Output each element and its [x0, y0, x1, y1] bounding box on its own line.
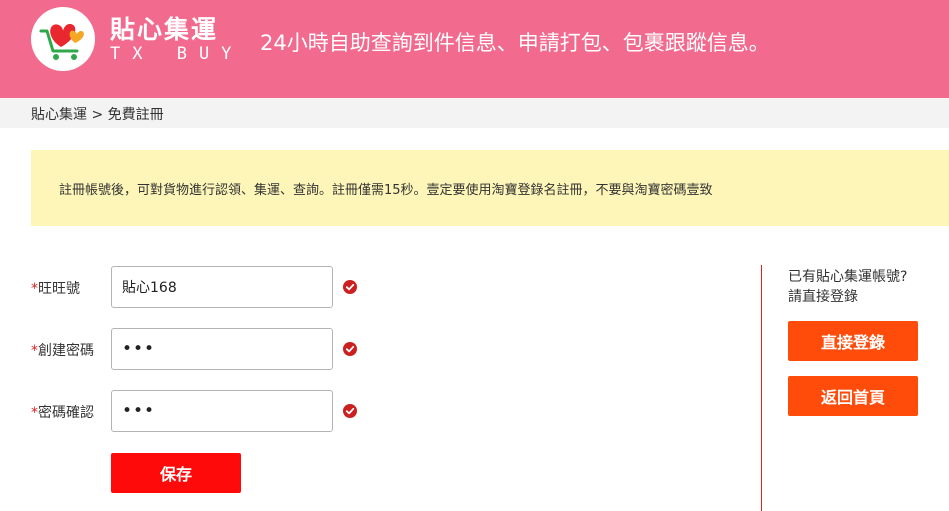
field-label-text: 密碼確認: [38, 405, 94, 421]
cart-heart-logo-icon: [39, 23, 84, 60]
back-home-button[interactable]: 返回首頁: [788, 376, 918, 416]
login-prompt-line1: 已有貼心集運帳號?: [788, 269, 908, 285]
field-label-text: 創建密碼: [38, 343, 94, 359]
check-circle-icon: [343, 404, 357, 418]
vertical-divider: [761, 265, 762, 511]
check-circle-icon: [343, 280, 357, 294]
login-prompt: 已有貼心集運帳號? 請直接登錄: [788, 267, 907, 307]
field-label: *旺旺號: [31, 278, 80, 298]
header-slogan: 24小時自助查詢到件信息、申請打包、包裹跟蹤信息。: [260, 31, 770, 55]
notice-banner: 註冊帳號後，可對貨物進行認領、集運、查詢。註冊僅需15秒。壹定要使用淘寶登錄名註…: [31, 150, 949, 226]
save-button[interactable]: 保存: [111, 453, 241, 493]
breadcrumb-bar: 貼心集運 > 免費註冊: [0, 98, 949, 128]
login-prompt-line2: 請直接登錄: [788, 289, 858, 305]
create-password-input[interactable]: [111, 328, 333, 370]
required-mark: *: [31, 343, 38, 359]
breadcrumb: 貼心集運 > 免費註冊: [31, 107, 164, 123]
required-mark: *: [31, 405, 38, 421]
site-header: 貼心集運 TX BUY 24小時自助查詢到件信息、申請打包、包裹跟蹤信息。: [0, 0, 949, 98]
required-mark: *: [31, 281, 38, 297]
confirm-password-input[interactable]: [111, 390, 333, 432]
wangwang-input[interactable]: [111, 266, 333, 308]
logo[interactable]: [31, 7, 95, 71]
brand-name: 貼心集運: [110, 15, 219, 44]
field-label-text: 旺旺號: [38, 281, 80, 297]
check-circle-icon: [343, 342, 357, 356]
field-label: *創建密碼: [31, 340, 94, 360]
direct-login-button[interactable]: 直接登錄: [788, 321, 918, 361]
brand-subtitle: TX BUY: [110, 44, 244, 64]
field-label: *密碼確認: [31, 402, 94, 422]
notice-text: 註冊帳號後，可對貨物進行認領、集運、查詢。註冊僅需15秒。壹定要使用淘寶登錄名註…: [59, 183, 713, 198]
